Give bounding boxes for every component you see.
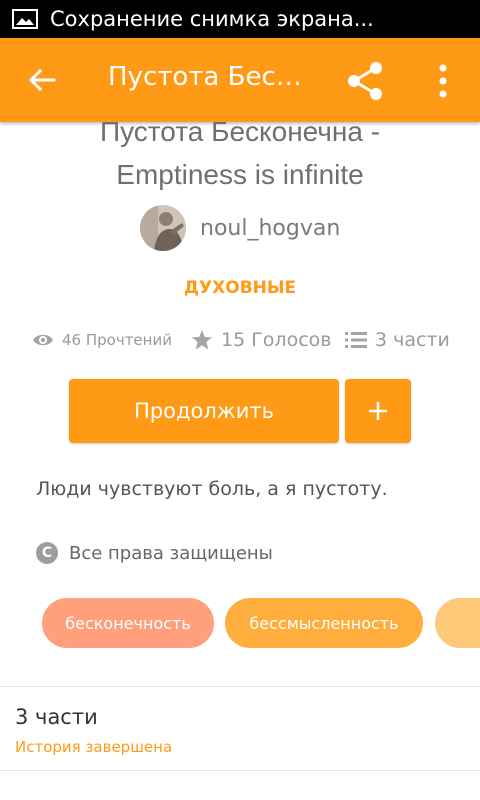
story-title-line-2: Emptiness is infinite xyxy=(116,159,364,190)
status-bar: Сохранение снимка экрана... xyxy=(0,0,480,38)
parts-count: 3 части xyxy=(375,329,450,351)
story-description: Люди чувствуют боль, а я пустоту. xyxy=(36,478,388,500)
back-arrow-icon[interactable] xyxy=(26,64,58,96)
eye-icon xyxy=(33,334,53,346)
add-to-library-button[interactable] xyxy=(345,379,411,443)
more-vert-icon[interactable] xyxy=(432,64,454,98)
star-icon xyxy=(192,330,212,350)
list-icon xyxy=(345,332,367,348)
votes-stat: 15 Голосов xyxy=(191,329,331,351)
copyright-icon: C xyxy=(36,542,58,564)
author-name[interactable]: noul_hogvan xyxy=(200,216,340,241)
story-details: Пустота Бесконечна - Emptiness is infini… xyxy=(0,122,480,800)
tag-chip-partial[interactable] xyxy=(435,598,480,648)
app-bar: Пустота Бесконечна xyxy=(0,38,480,122)
story-completed-status: История завершена xyxy=(15,738,173,756)
continue-reading-button[interactable]: Продолжить xyxy=(69,379,339,443)
reads-count: 46 Прочтений xyxy=(62,331,172,349)
parts-title: 3 части xyxy=(15,705,98,729)
tag-chip[interactable]: бесконечность xyxy=(42,598,214,648)
notification-text: Сохранение снимка экрана... xyxy=(50,7,374,31)
reads-stat: 46 Прочтений xyxy=(32,331,172,349)
story-title-line-1: Пустота Бесконечна - xyxy=(99,122,381,147)
copyright-text: Все права защищены xyxy=(69,542,273,564)
avatar[interactable] xyxy=(140,205,186,251)
screenshot-image-icon xyxy=(12,9,38,29)
parts-stat: 3 части xyxy=(345,329,450,351)
share-icon[interactable] xyxy=(345,60,387,102)
category-label[interactable]: ДУХОВНЫЕ xyxy=(0,278,480,298)
divider xyxy=(0,770,480,771)
copyright-info: C Все права защищены xyxy=(36,542,273,564)
tags-row: бесконечность бессмысленность xyxy=(42,598,480,648)
votes-count: 15 Голосов xyxy=(221,329,332,351)
author[interactable]: noul_hogvan xyxy=(140,205,340,251)
tag-chip[interactable]: бессмысленность xyxy=(225,598,423,648)
app-bar-title: Пустота Бесконечна xyxy=(108,62,308,92)
plus-icon xyxy=(369,402,387,420)
divider xyxy=(0,686,480,687)
avatar-image xyxy=(140,205,186,251)
story-title: Пустота Бесконечна - Emptiness is infini… xyxy=(0,122,480,196)
story-stats: 46 Прочтений 15 Голосов 3 части xyxy=(0,329,480,355)
